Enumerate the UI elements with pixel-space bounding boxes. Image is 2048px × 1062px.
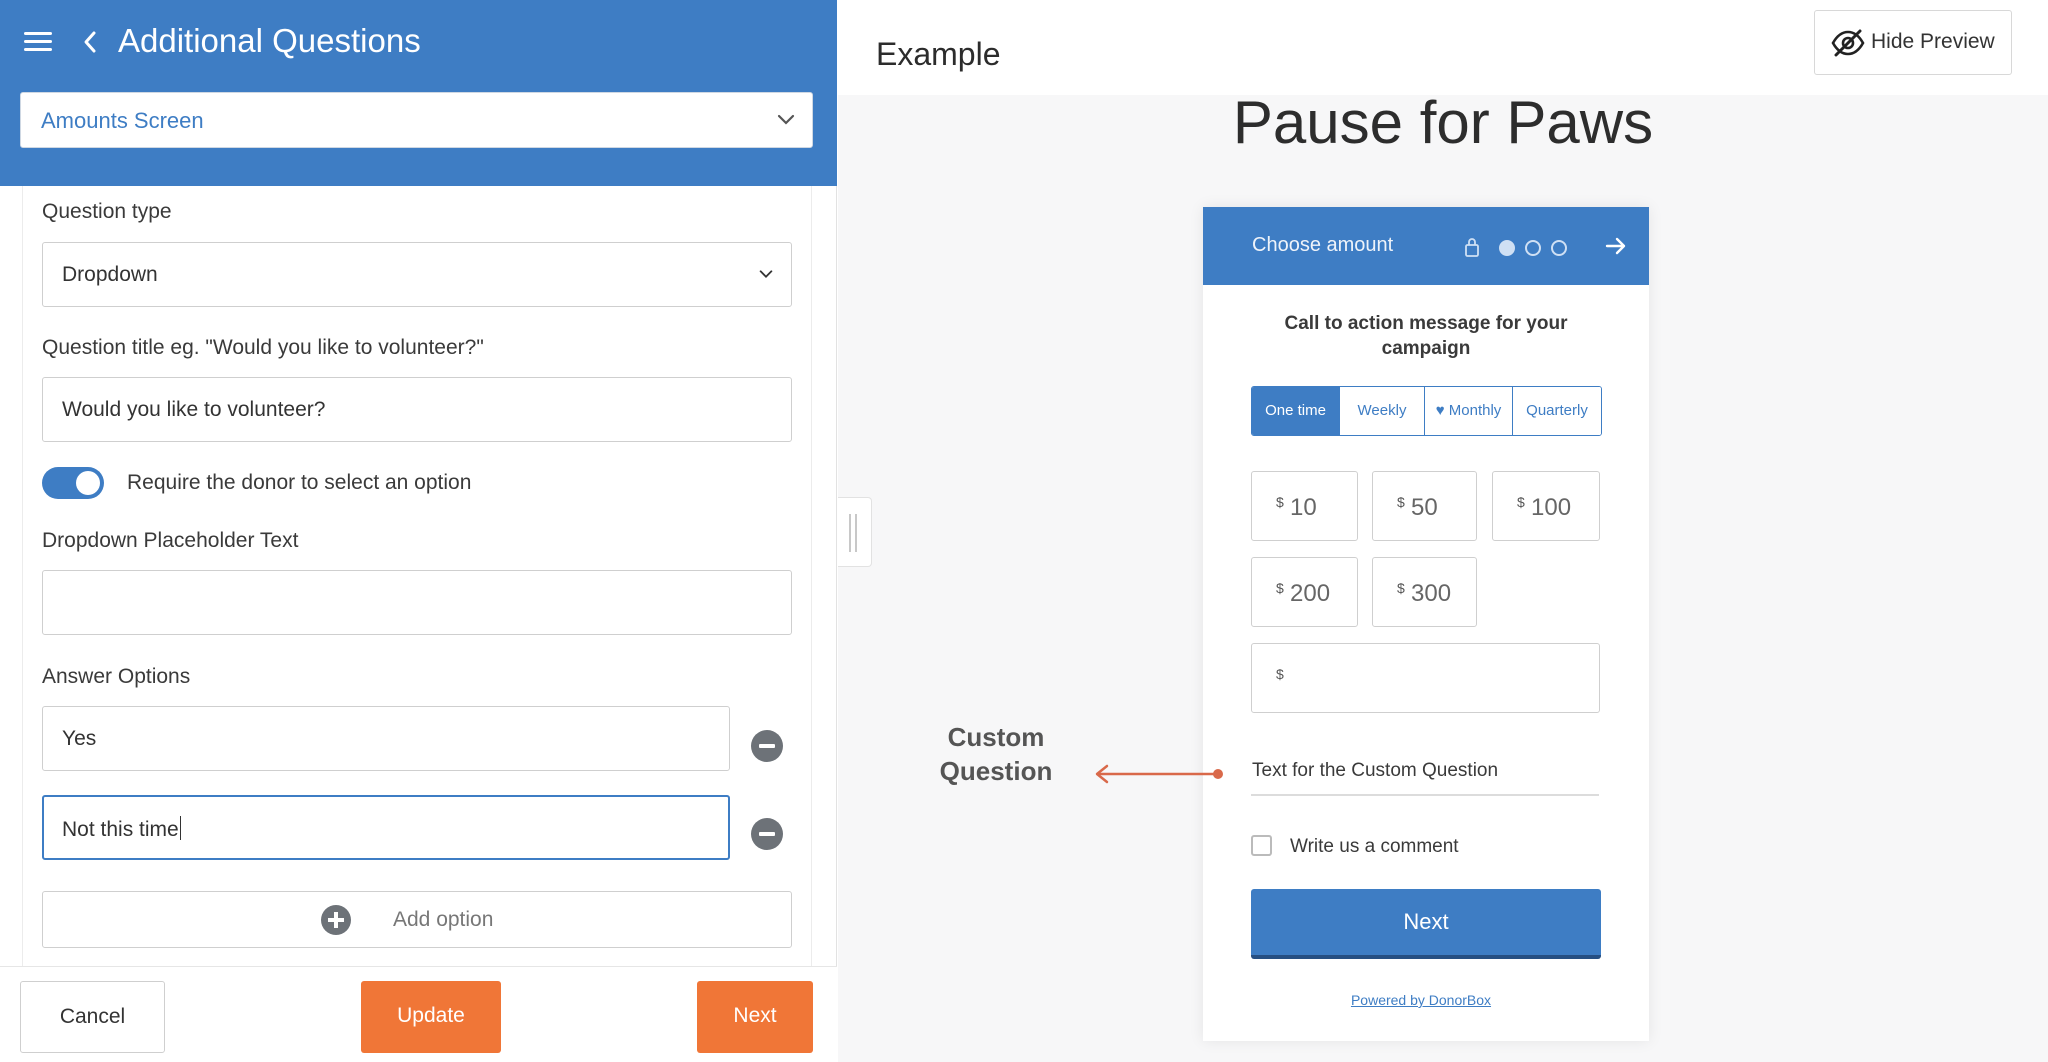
hide-preview-label: Hide Preview	[1871, 30, 1995, 53]
custom-question-underline	[1251, 794, 1599, 796]
answer-option-value: Yes	[62, 727, 97, 750]
widget-header: Choose amount	[1203, 207, 1649, 285]
currency-symbol: $	[1517, 494, 1525, 510]
call-to-action-message: Call to action message for your campaign	[1284, 313, 1568, 359]
donation-widget: Choose amount Call to action message for…	[1203, 207, 1649, 1041]
widget-next-button[interactable]: Next	[1251, 889, 1601, 959]
comment-checkbox[interactable]	[1251, 835, 1272, 856]
eye-slash-icon	[1831, 29, 1865, 57]
question-type-select[interactable]: Dropdown	[42, 242, 792, 307]
require-option-label: Require the donor to select an option	[127, 471, 472, 494]
custom-amount-input[interactable]: $	[1251, 643, 1600, 713]
update-button[interactable]: Update	[361, 981, 501, 1053]
panel-resize-handle[interactable]	[838, 497, 872, 567]
answer-option-value: Not this time	[62, 818, 179, 841]
step-indicator-active	[1499, 240, 1515, 256]
add-option-label: Add option	[393, 908, 494, 931]
placeholder-text-input[interactable]	[42, 570, 792, 635]
add-option-button[interactable]: Add option	[42, 891, 792, 948]
remove-option-icon[interactable]	[751, 730, 783, 762]
frequency-monthly-label: Monthly	[1448, 402, 1502, 419]
editor-header: Additional Questions Amounts Screen	[0, 0, 837, 186]
step-indicator	[1551, 240, 1567, 256]
example-label: Example	[876, 36, 1001, 72]
currency-symbol: $	[1397, 494, 1405, 510]
question-title-label: Question title eg. "Would you like to vo…	[42, 336, 484, 359]
cancel-button[interactable]: Cancel	[20, 981, 165, 1053]
frequency-selector: One time Weekly ♥ Monthly Quarterly	[1251, 386, 1602, 436]
widget-header-title: Choose amount	[1252, 234, 1394, 256]
preview-panel: Example Hide Preview Pause for Paws Choo…	[838, 0, 2048, 1062]
question-title-value: Would you like to volunteer?	[62, 398, 326, 421]
frequency-weekly[interactable]: Weekly	[1340, 387, 1425, 435]
chevron-down-icon	[777, 114, 795, 125]
amount-option[interactable]: $ 50	[1372, 471, 1477, 541]
comment-checkbox-label: Write us a comment	[1290, 836, 1459, 857]
amount-value: 10	[1290, 494, 1317, 521]
answer-options-label: Answer Options	[42, 665, 191, 688]
currency-symbol: $	[1276, 494, 1284, 510]
editor-footer: Cancel Update Next	[0, 966, 837, 1062]
hide-preview-button[interactable]: Hide Preview	[1814, 10, 2012, 75]
custom-question-text: Text for the Custom Question	[1252, 760, 1499, 781]
answer-option-input[interactable]: Not this time	[42, 795, 730, 860]
arrow-right-icon[interactable]	[1604, 234, 1628, 258]
question-type-value: Dropdown	[62, 263, 158, 286]
screen-select-value: Amounts Screen	[41, 108, 204, 133]
frequency-monthly[interactable]: ♥ Monthly	[1425, 387, 1513, 435]
preview-header: Example Hide Preview	[838, 0, 2048, 95]
amount-option[interactable]: $ 200	[1251, 557, 1358, 627]
chevron-down-icon	[759, 270, 773, 278]
amount-value: 100	[1531, 494, 1572, 521]
remove-option-icon[interactable]	[751, 818, 783, 850]
amount-value: 50	[1411, 494, 1438, 521]
question-title-input[interactable]: Would you like to volunteer?	[42, 377, 792, 442]
amount-option[interactable]: $ 100	[1492, 471, 1600, 541]
screen-select-dropdown[interactable]: Amounts Screen	[20, 92, 813, 148]
editor-panel: Additional Questions Amounts Screen Ques…	[0, 0, 837, 1062]
step-indicator	[1525, 240, 1541, 256]
powered-by-link[interactable]: Powered by DonorBox	[1203, 992, 1639, 1008]
currency-symbol: $	[1276, 666, 1284, 682]
page-title: Additional Questions	[118, 22, 421, 59]
amount-option[interactable]: $ 300	[1372, 557, 1477, 627]
require-option-toggle[interactable]	[42, 467, 104, 499]
lock-icon	[1465, 238, 1479, 257]
plus-circle-icon	[321, 905, 351, 935]
placeholder-text-label: Dropdown Placeholder Text	[42, 529, 299, 552]
amount-value: 300	[1411, 580, 1452, 607]
back-chevron-icon[interactable]	[80, 27, 104, 57]
currency-symbol: $	[1397, 580, 1405, 596]
currency-symbol: $	[1276, 580, 1284, 596]
frequency-quarterly[interactable]: Quarterly	[1513, 387, 1601, 435]
frequency-one-time[interactable]: One time	[1252, 387, 1340, 435]
menu-icon[interactable]	[22, 28, 54, 54]
campaign-title: Pause for Paws	[1232, 89, 1654, 156]
question-type-label: Question type	[42, 200, 172, 223]
heart-icon: ♥	[1435, 402, 1445, 419]
amount-option[interactable]: $ 10	[1251, 471, 1358, 541]
answer-option-input[interactable]: Yes	[42, 706, 730, 771]
annotation-arrow-icon	[1095, 764, 1223, 784]
next-button[interactable]: Next	[697, 981, 813, 1053]
amount-value: 200	[1290, 580, 1331, 607]
custom-question-annotation: Custom Question	[939, 722, 1053, 786]
